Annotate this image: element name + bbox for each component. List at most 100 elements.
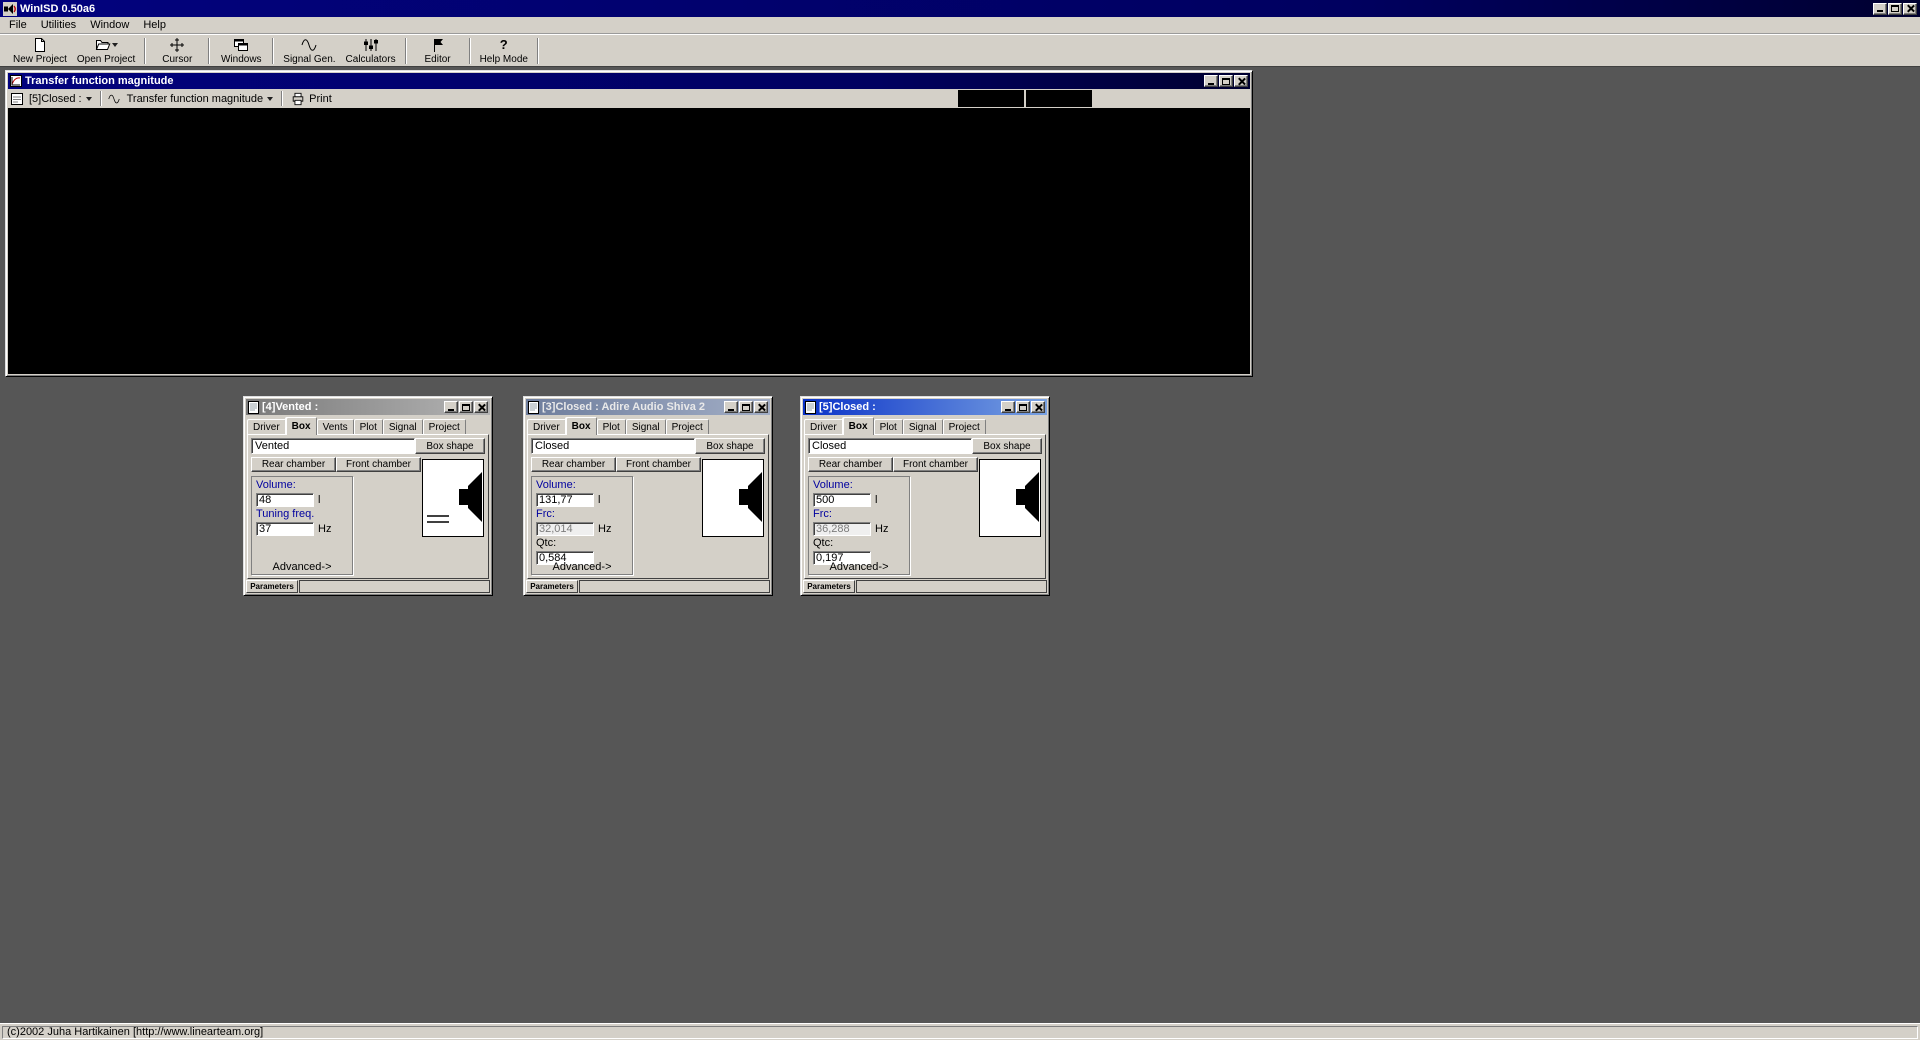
chevron-down-icon[interactable]: [86, 97, 92, 101]
minimize-button[interactable]: [1204, 75, 1218, 87]
rear-chamber-button[interactable]: Rear chamber: [251, 457, 336, 472]
close-button[interactable]: [1903, 3, 1917, 15]
tab-vents[interactable]: Vents: [317, 419, 354, 434]
box-shape-button[interactable]: Box shape: [695, 438, 765, 454]
toolbar-separator: [144, 38, 146, 64]
closed-project-window: [5]Closed : Driver Box Plot Signal Proje…: [800, 396, 1050, 596]
tab-box[interactable]: Box: [843, 417, 874, 435]
volume-unit: l: [598, 494, 600, 506]
advanced-button[interactable]: Advanced->: [272, 561, 331, 573]
app-window: WinISD 0.50a6 File Utilities Window Help…: [0, 0, 1920, 1040]
open-project-button[interactable]: Open Project: [72, 35, 140, 66]
tab-signal[interactable]: Signal: [626, 419, 666, 434]
volume-input[interactable]: [536, 493, 594, 507]
box-type-value: Closed: [812, 440, 846, 452]
curve-color-swatch[interactable]: [856, 580, 1047, 593]
rear-chamber-button[interactable]: Rear chamber: [808, 457, 893, 472]
print-button[interactable]: Print: [288, 90, 335, 107]
box-shape-button[interactable]: Box shape: [415, 438, 485, 454]
advanced-button[interactable]: Advanced->: [829, 561, 888, 573]
tab-project[interactable]: Project: [943, 419, 986, 434]
window-title: [5]Closed :: [819, 401, 998, 413]
tab-plot[interactable]: Plot: [354, 419, 383, 434]
close-button[interactable]: [1031, 401, 1045, 413]
box-type-field[interactable]: Closed: [808, 438, 972, 454]
box-type-field[interactable]: Vented: [251, 438, 415, 454]
close-button[interactable]: [1234, 75, 1248, 87]
menu-utilities[interactable]: Utilities: [34, 18, 83, 32]
maximize-button[interactable]: [1016, 401, 1030, 413]
volume-input[interactable]: [813, 493, 871, 507]
menu-help[interactable]: Help: [136, 18, 173, 32]
window-titlebar[interactable]: [5]Closed :: [803, 399, 1047, 415]
maximize-button[interactable]: [1219, 75, 1233, 87]
tab-project[interactable]: Project: [423, 419, 466, 434]
menu-window[interactable]: Window: [83, 18, 136, 32]
box-shape-button[interactable]: Box shape: [972, 438, 1042, 454]
maximize-button[interactable]: [459, 401, 473, 413]
volume-unit: l: [875, 494, 877, 506]
menu-file[interactable]: File: [2, 18, 34, 32]
curve-color-swatch[interactable]: [299, 580, 490, 593]
project-selector-combo[interactable]: [5]Closed :: [26, 90, 95, 107]
tab-plot[interactable]: Plot: [874, 419, 903, 434]
transfer-plot[interactable]: [8, 108, 1250, 374]
close-button[interactable]: [474, 401, 488, 413]
curve-color-swatch[interactable]: [579, 580, 770, 593]
advanced-button[interactable]: Advanced->: [552, 561, 611, 573]
window-status-row: Parameters: [526, 580, 770, 593]
front-chamber-button[interactable]: Front chamber: [893, 457, 978, 472]
crosshair-icon: [169, 37, 185, 53]
frc-input: [536, 522, 594, 536]
app-icon: [3, 2, 17, 16]
open-project-dropdown-icon[interactable]: [112, 43, 118, 47]
tab-driver[interactable]: Driver: [247, 419, 286, 434]
project-selector-icon: [11, 93, 23, 105]
mdi-workspace: Transfer function magnitude [5]Closed :: [0, 67, 1920, 1023]
rear-chamber-button[interactable]: Rear chamber: [531, 457, 616, 472]
minimize-button[interactable]: [444, 401, 458, 413]
minimize-button[interactable]: [1873, 3, 1887, 15]
plot-window-titlebar[interactable]: Transfer function magnitude: [8, 73, 1250, 89]
tab-box[interactable]: Box: [566, 417, 597, 435]
volume-input[interactable]: [256, 493, 314, 507]
tab-driver[interactable]: Driver: [527, 419, 566, 434]
tab-signal[interactable]: Signal: [383, 419, 423, 434]
new-project-button[interactable]: New Project: [8, 35, 72, 66]
parameters-tab[interactable]: Parameters: [246, 580, 298, 593]
speaker-box-drawing: [980, 460, 1040, 536]
tab-project[interactable]: Project: [666, 419, 709, 434]
toolbar-separator: [281, 91, 283, 106]
parameters-tab[interactable]: Parameters: [803, 580, 855, 593]
minimize-button[interactable]: [1001, 401, 1015, 413]
speaker-box-drawing: [703, 460, 763, 536]
calculators-button[interactable]: Calculators: [341, 35, 401, 66]
new-project-icon: [32, 37, 48, 53]
tab-strip: Driver Box Plot Signal Project: [804, 416, 1046, 434]
front-chamber-button[interactable]: Front chamber: [336, 457, 421, 472]
chevron-down-icon[interactable]: [267, 97, 273, 101]
close-button[interactable]: [754, 401, 768, 413]
editor-button[interactable]: Editor: [411, 35, 465, 66]
tab-plot[interactable]: Plot: [597, 419, 626, 434]
tab-signal[interactable]: Signal: [903, 419, 943, 434]
graph-type-combo[interactable]: Transfer function magnitude: [124, 90, 277, 107]
window-titlebar[interactable]: [3]Closed : Adire Audio Shiva 2: [526, 399, 770, 415]
windows-button[interactable]: Windows: [214, 35, 268, 66]
parameters-tab[interactable]: Parameters: [526, 580, 578, 593]
box-type-field[interactable]: Closed: [531, 438, 695, 454]
cursor-button[interactable]: Cursor: [150, 35, 204, 66]
tab-box[interactable]: Box: [286, 417, 317, 435]
maximize-button[interactable]: [739, 401, 753, 413]
restore-button[interactable]: [1888, 3, 1902, 15]
tuning-freq-input[interactable]: [256, 522, 314, 536]
plot-readout-legend: [958, 90, 1092, 107]
tab-driver[interactable]: Driver: [804, 419, 843, 434]
window-status-row: Parameters: [246, 580, 490, 593]
main-titlebar[interactable]: WinISD 0.50a6: [0, 0, 1920, 17]
signal-gen-button[interactable]: Signal Gen.: [278, 35, 340, 66]
minimize-button[interactable]: [724, 401, 738, 413]
front-chamber-button[interactable]: Front chamber: [616, 457, 701, 472]
window-titlebar[interactable]: [4]Vented :: [246, 399, 490, 415]
help-mode-button[interactable]: ? Help Mode: [475, 35, 533, 66]
